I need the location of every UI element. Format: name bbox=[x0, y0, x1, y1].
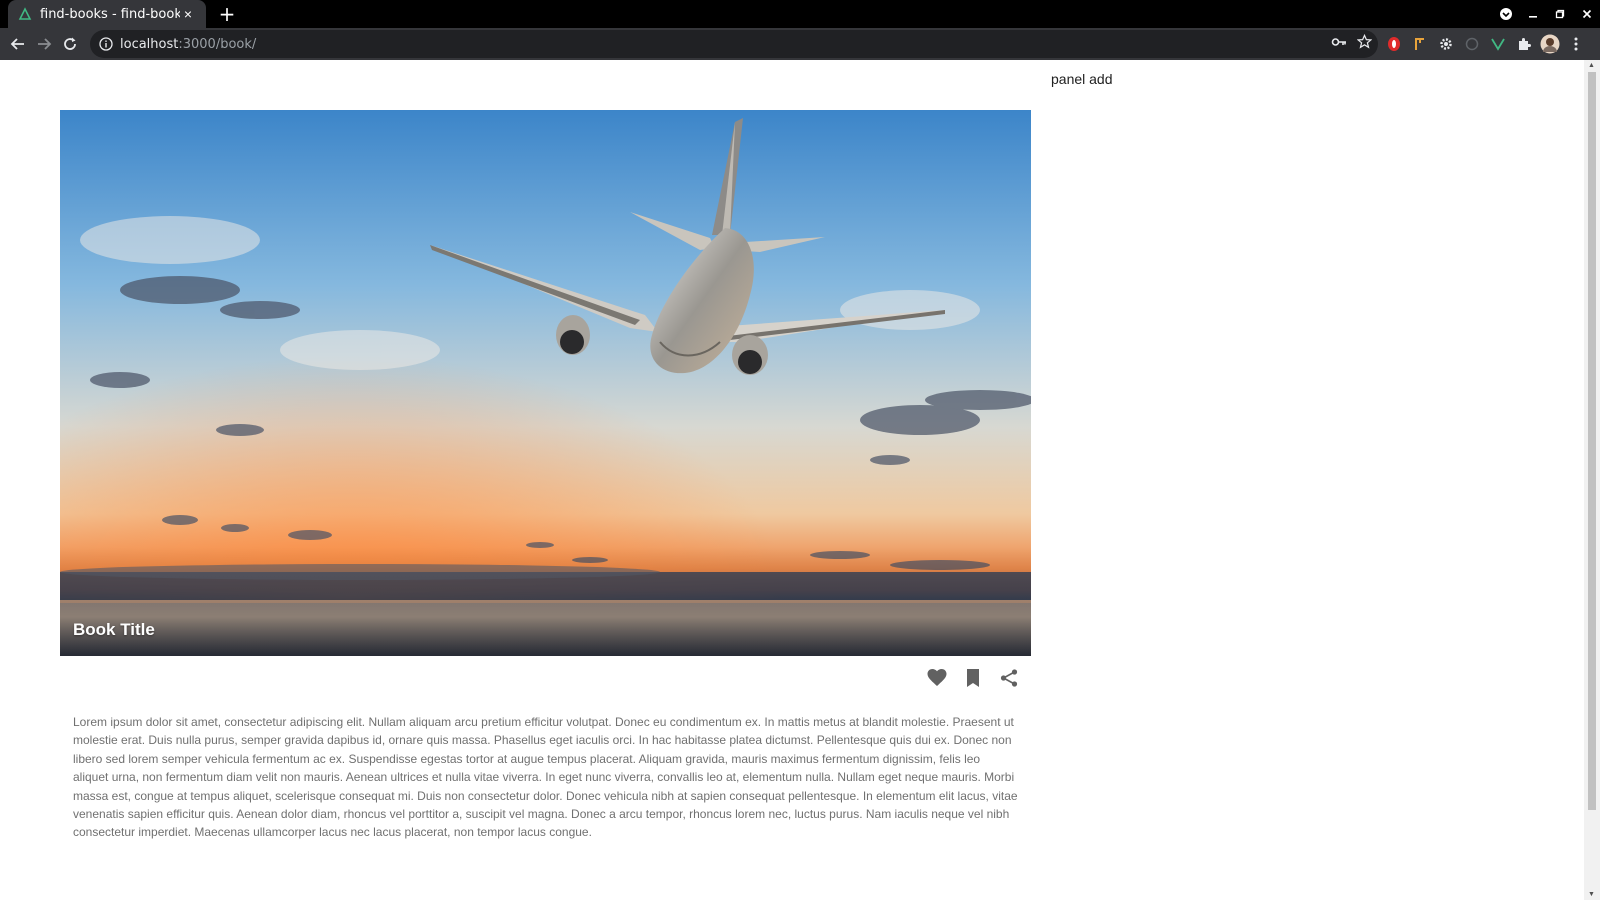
browser-toolbar: localhost:3000/book/ bbox=[0, 28, 1600, 60]
browser-tab[interactable]: find-books - find-books × bbox=[8, 0, 206, 28]
extension-gear-icon[interactable] bbox=[1436, 34, 1456, 54]
forward-icon[interactable] bbox=[31, 31, 57, 57]
site-info-icon[interactable] bbox=[98, 36, 114, 52]
extension-red-icon[interactable] bbox=[1384, 34, 1404, 54]
extensions-puzzle-icon[interactable] bbox=[1514, 34, 1534, 54]
url-path: :3000/book/ bbox=[178, 36, 257, 52]
card-actions bbox=[60, 658, 1031, 698]
window-controls bbox=[1492, 0, 1600, 28]
book-title: Book Title bbox=[73, 620, 155, 639]
tab-title: find-books - find-books bbox=[40, 6, 180, 22]
back-icon[interactable] bbox=[5, 31, 31, 57]
close-tab-icon[interactable]: × bbox=[180, 6, 196, 22]
page-scrollbar[interactable]: ▲ ▼ bbox=[1584, 60, 1600, 900]
minimize-icon[interactable] bbox=[1519, 0, 1546, 28]
bookmark-icon[interactable] bbox=[961, 666, 985, 690]
extensions-row bbox=[1384, 28, 1586, 60]
extension-circle-icon[interactable] bbox=[1462, 34, 1482, 54]
scroll-thumb[interactable] bbox=[1588, 72, 1596, 810]
bookmark-star-icon[interactable] bbox=[1356, 33, 1373, 54]
page-viewport: panel add Book Title Lorem ipsum dolor s… bbox=[0, 60, 1584, 900]
scroll-down-arrow-icon[interactable]: ▼ bbox=[1588, 891, 1595, 898]
app-favicon-icon bbox=[18, 7, 32, 21]
profile-download-icon[interactable] bbox=[1492, 0, 1519, 28]
address-bar[interactable]: localhost:3000/book/ bbox=[90, 30, 1378, 58]
panel-add-label: panel add bbox=[1051, 71, 1113, 87]
card-media-image: Book Title bbox=[60, 110, 1031, 656]
key-icon[interactable] bbox=[1331, 35, 1347, 54]
share-icon[interactable] bbox=[997, 666, 1021, 690]
airplane-sunset-image bbox=[60, 110, 1031, 656]
favorite-heart-icon[interactable] bbox=[925, 666, 949, 690]
extension-vue-icon[interactable] bbox=[1488, 34, 1508, 54]
restore-icon[interactable] bbox=[1546, 0, 1573, 28]
reload-icon[interactable] bbox=[57, 31, 83, 57]
profile-avatar[interactable] bbox=[1540, 34, 1560, 54]
new-tab-button[interactable]: + bbox=[216, 3, 238, 25]
tab-strip: find-books - find-books × + bbox=[0, 0, 1600, 28]
url-text: localhost:3000/book/ bbox=[120, 37, 256, 52]
browser-menu-icon[interactable] bbox=[1566, 34, 1586, 54]
url-host: localhost bbox=[120, 36, 179, 52]
close-window-icon[interactable] bbox=[1573, 0, 1600, 28]
book-description: Lorem ipsum dolor sit amet, consectetur … bbox=[73, 715, 1018, 840]
extension-flag-icon[interactable] bbox=[1410, 34, 1430, 54]
scroll-up-arrow-icon[interactable]: ▲ bbox=[1588, 62, 1595, 69]
